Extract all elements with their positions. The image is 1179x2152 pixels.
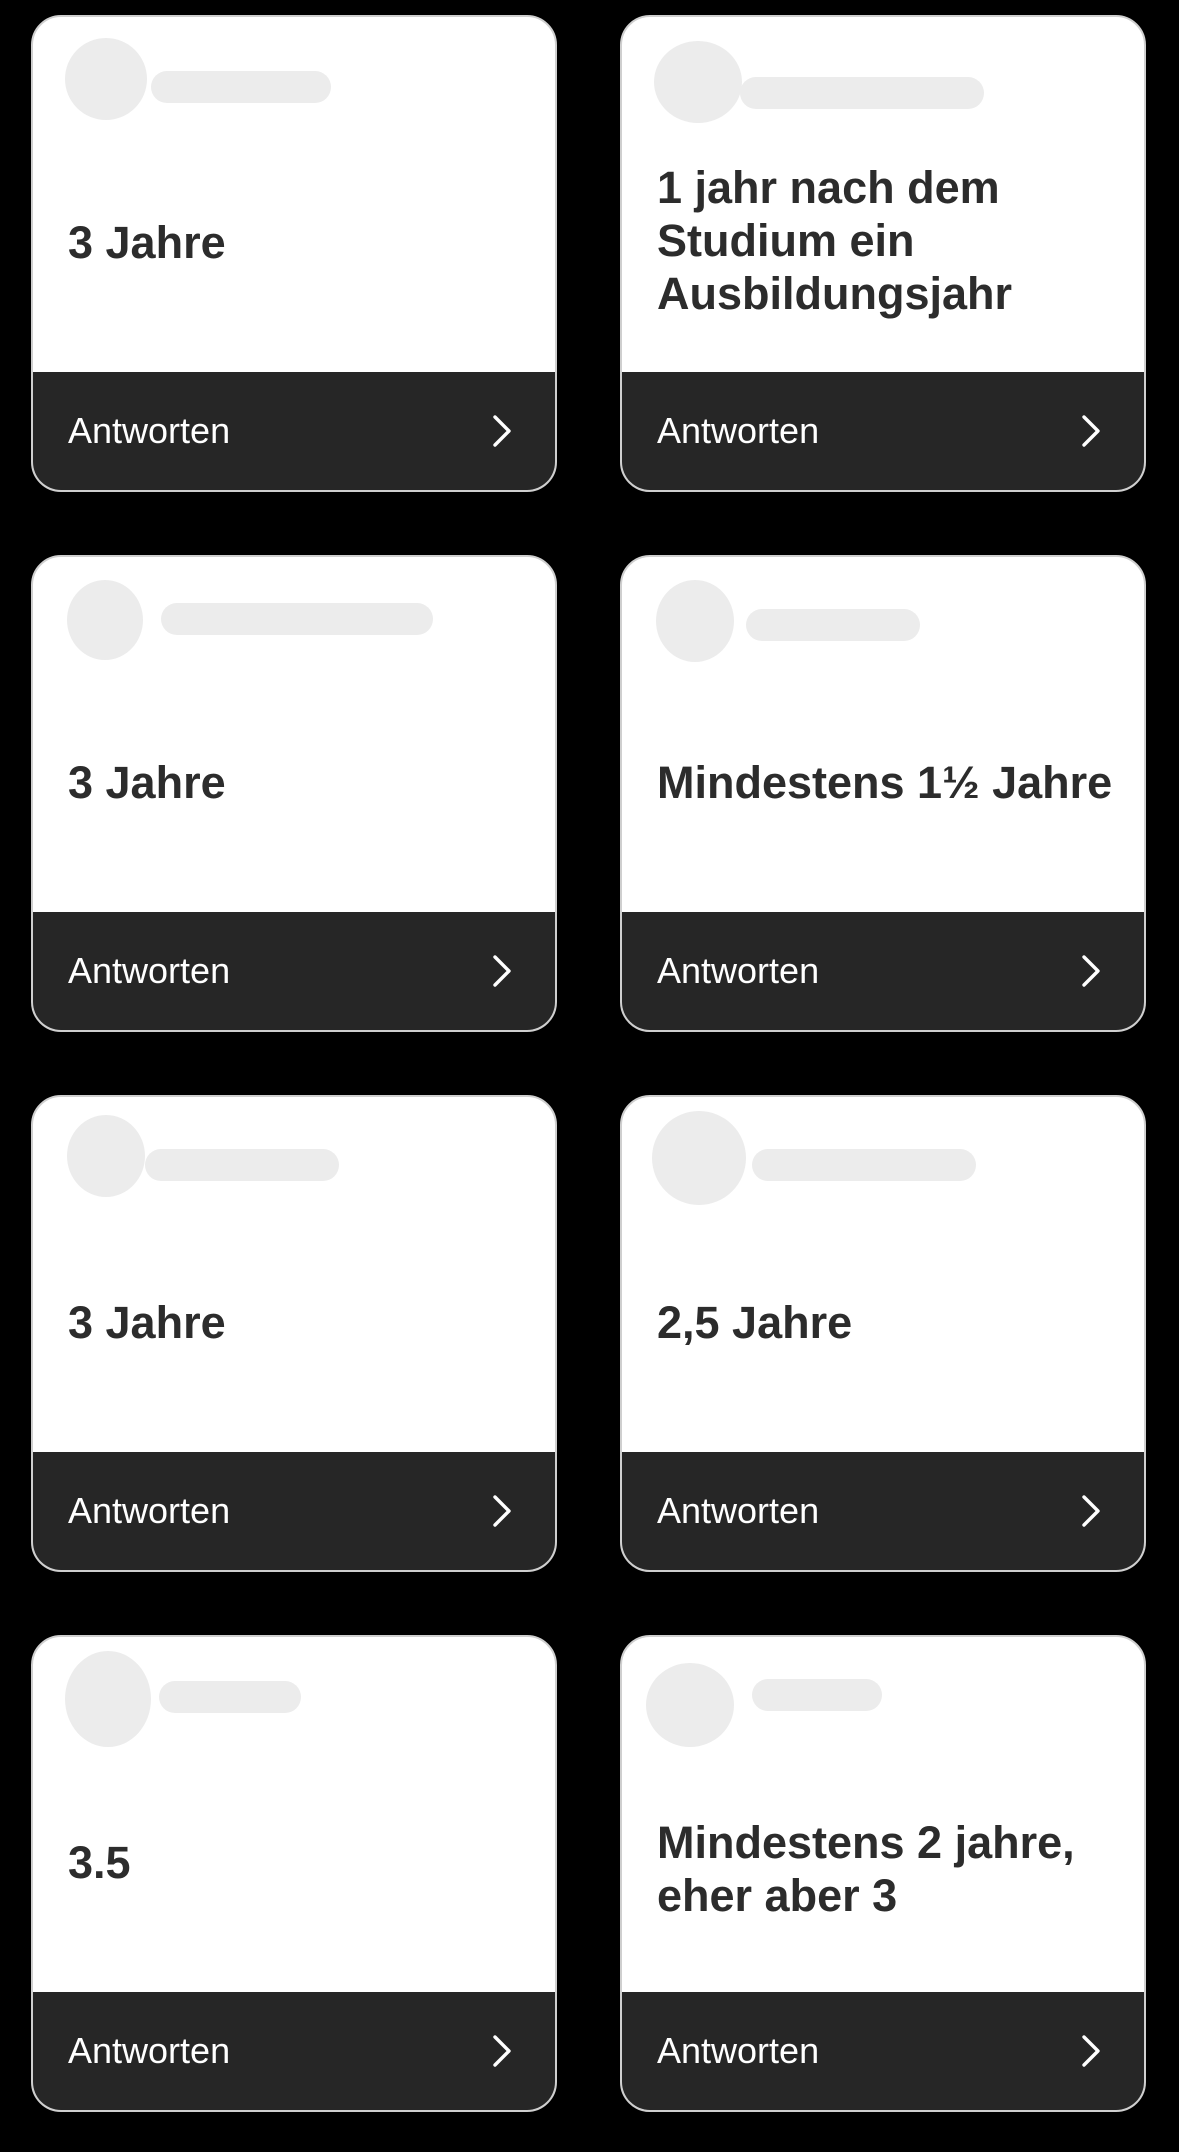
reply-button[interactable]: Antworten (622, 1992, 1144, 2110)
answer-card-body: 2,5 Jahre (622, 1097, 1144, 1454)
answer-card-body: 3 Jahre (33, 1097, 555, 1454)
answer-card-body: 3 Jahre (33, 557, 555, 914)
chevron-right-icon (1082, 2035, 1100, 2067)
avatar[interactable] (67, 1115, 145, 1197)
username-redacted[interactable] (740, 77, 984, 109)
reply-button[interactable]: Antworten (33, 912, 555, 1030)
reply-label: Antworten (68, 950, 231, 991)
avatar[interactable] (67, 580, 143, 660)
answer-card: Mindestens 1½ Jahre Antworten (620, 555, 1146, 1032)
answers-grid: 3 Jahre Antworten 1 jahr nach dem Studiu… (0, 0, 1179, 2152)
reply-label: Antworten (657, 950, 820, 991)
chevron-right-icon (493, 1495, 511, 1527)
username-redacted[interactable] (145, 1149, 339, 1181)
reply-label: Antworten (657, 1490, 820, 1531)
answer-card: 3 Jahre Antworten (31, 555, 557, 1032)
username-redacted[interactable] (752, 1679, 882, 1711)
answer-card: Mindestens 2 jahre, eher aber 3 Antworte… (620, 1635, 1146, 2112)
answer-text: Mindestens 1½ Jahre (657, 757, 1113, 808)
reply-button[interactable]: Antworten (33, 372, 555, 490)
reply-button[interactable]: Antworten (33, 1992, 555, 2110)
chevron-right-icon (493, 2035, 511, 2067)
username-redacted[interactable] (161, 603, 433, 635)
answer-text: Mindestens 2 jahre, eher aber 3 (657, 1817, 1075, 1921)
answer-text: 3 Jahre (68, 757, 226, 808)
username-redacted[interactable] (151, 71, 331, 103)
chevron-right-icon (493, 955, 511, 987)
answer-card: 2,5 Jahre Antworten (620, 1095, 1146, 1572)
answer-card-body: Mindestens 2 jahre, eher aber 3 (622, 1637, 1144, 1994)
reply-button[interactable]: Antworten (622, 1452, 1144, 1570)
chevron-right-icon (1082, 415, 1100, 447)
reply-label: Antworten (657, 2030, 820, 2071)
reply-label: Antworten (68, 2030, 231, 2071)
avatar[interactable] (646, 1663, 734, 1747)
reply-button[interactable]: Antworten (33, 1452, 555, 1570)
username-redacted[interactable] (159, 1681, 301, 1713)
avatar[interactable] (652, 1111, 746, 1205)
answer-card: 1 jahr nach dem Studium ein Ausbildungsj… (620, 15, 1146, 492)
answer-card: 3 Jahre Antworten (31, 15, 557, 492)
avatar[interactable] (65, 38, 147, 120)
reply-button[interactable]: Antworten (622, 912, 1144, 1030)
answer-card: 3 Jahre Antworten (31, 1095, 557, 1572)
reply-label: Antworten (68, 410, 231, 451)
avatar[interactable] (65, 1651, 151, 1747)
username-redacted[interactable] (752, 1149, 976, 1181)
answer-card-body: 3 Jahre (33, 17, 555, 374)
reply-button[interactable]: Antworten (622, 372, 1144, 490)
avatar[interactable] (654, 41, 742, 123)
answer-card-body: 1 jahr nach dem Studium ein Ausbildungsj… (622, 17, 1144, 374)
answer-text: 1 jahr nach dem Studium ein Ausbildungsj… (657, 162, 1013, 319)
answer-text: 2,5 Jahre (657, 1297, 853, 1348)
answer-card-body: 3.5 (33, 1637, 555, 1994)
answer-card-body: Mindestens 1½ Jahre (622, 557, 1144, 914)
answer-text: 3.5 (68, 1837, 131, 1888)
answer-text: 3 Jahre (68, 1297, 226, 1348)
chevron-right-icon (1082, 1495, 1100, 1527)
reply-label: Antworten (657, 410, 820, 451)
avatar[interactable] (656, 580, 734, 662)
chevron-right-icon (493, 415, 511, 447)
answer-card: 3.5 Antworten (31, 1635, 557, 2112)
username-redacted[interactable] (746, 609, 920, 641)
chevron-right-icon (1082, 955, 1100, 987)
answer-text: 3 Jahre (68, 217, 226, 268)
reply-label: Antworten (68, 1490, 231, 1531)
